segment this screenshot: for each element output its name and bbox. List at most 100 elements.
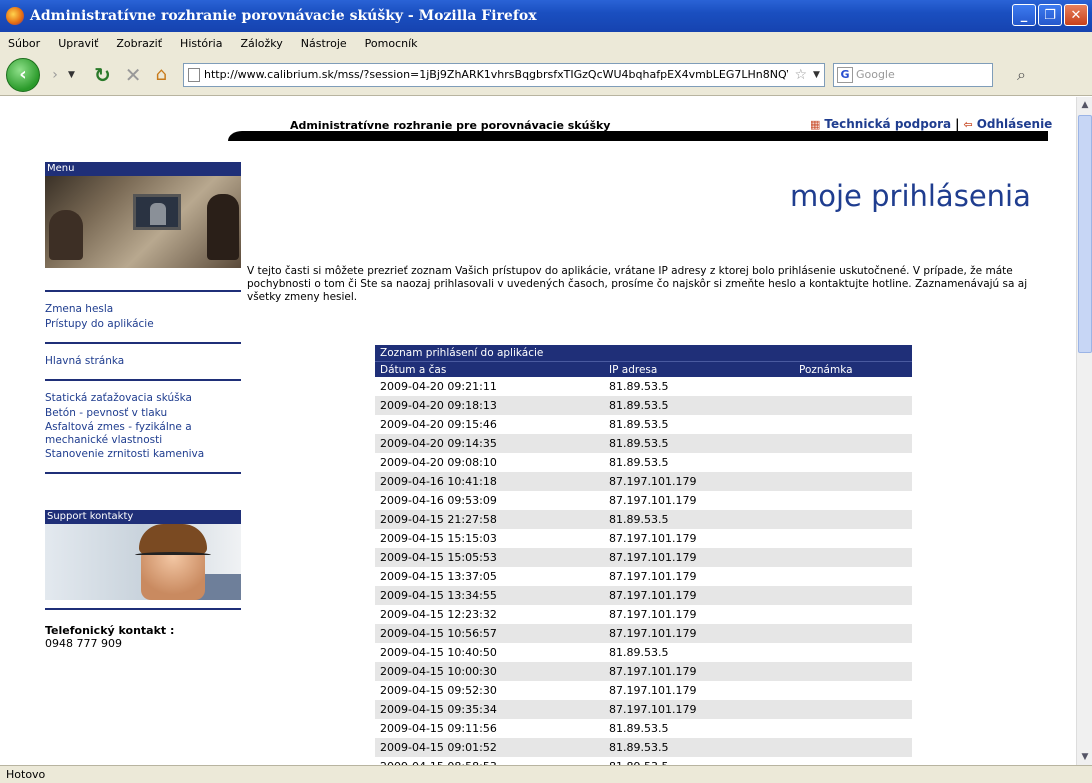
menu-view[interactable]: Zobraziť bbox=[116, 37, 162, 50]
logout-icon: ⇦ bbox=[963, 117, 973, 131]
reload-icon[interactable]: ↻ bbox=[94, 63, 111, 87]
cell-ip: 87.197.101.179 bbox=[609, 589, 697, 602]
cell-note bbox=[799, 548, 912, 567]
cell-ip: 81.89.53.5 bbox=[609, 399, 669, 412]
cell-datetime: 2009-04-15 21:27:58 bbox=[380, 513, 497, 526]
cell-ip: 81.89.53.5 bbox=[609, 646, 669, 659]
cell-datetime: 2009-04-20 09:21:11 bbox=[380, 380, 497, 393]
table-row: 2009-04-15 10:40:50 81.89.53.5 bbox=[375, 643, 912, 662]
cell-datetime: 2009-04-15 08:58:53 bbox=[375, 757, 609, 765]
cell-note bbox=[799, 662, 912, 681]
google-icon[interactable]: G bbox=[836, 66, 853, 83]
table-row: 2009-04-15 15:05:53 87.197.101.179 bbox=[375, 548, 912, 567]
home-icon[interactable]: ⌂ bbox=[156, 64, 167, 85]
menu-history[interactable]: História bbox=[180, 37, 222, 50]
scroll-up-icon[interactable]: ▲ bbox=[1077, 97, 1092, 113]
search-input[interactable]: Google bbox=[856, 68, 895, 81]
sidebar-item-aggregate-grading[interactable]: Stanovenie zrnitosti kameniva bbox=[45, 447, 241, 462]
table-row: 2009-04-20 09:08:10 81.89.53.5 bbox=[375, 453, 912, 472]
cell-datetime: 2009-04-15 10:56:57 bbox=[380, 627, 497, 640]
back-button[interactable]: ‹ bbox=[6, 57, 40, 92]
menu-file[interactable]: Súbor bbox=[8, 37, 40, 50]
table-row: 2009-04-16 10:41:18 87.197.101.179 bbox=[375, 472, 912, 491]
sidebar-divider bbox=[45, 342, 241, 344]
url-bar[interactable]: http://www.calibrium.sk/mss/?session=1jB… bbox=[182, 62, 825, 87]
close-button[interactable]: ✕ bbox=[1064, 4, 1088, 26]
cell-note bbox=[799, 738, 912, 757]
history-dropdown-icon[interactable]: ▼ bbox=[68, 70, 82, 80]
sidebar-item-access-log[interactable]: Prístupy do aplikácie bbox=[45, 317, 241, 332]
search-icon[interactable]: ⌕ bbox=[1017, 65, 1026, 85]
navigation-toolbar: ‹ › ▼ ↻ ✕ ⌂ http://www.calibrium.sk/mss/… bbox=[0, 54, 1092, 96]
table-row: 2009-04-15 12:23:32 87.197.101.179 bbox=[375, 605, 912, 624]
cell-datetime: 2009-04-20 09:14:35 bbox=[380, 437, 497, 450]
table-row: 2009-04-15 10:00:30 87.197.101.179 bbox=[375, 662, 912, 681]
cell-ip: 81.89.53.5 bbox=[609, 722, 669, 735]
sidebar-item-static-load-test[interactable]: Statická zaťažovacia skúška bbox=[45, 391, 241, 406]
menu-edit[interactable]: Upraviť bbox=[58, 37, 98, 50]
sidebar-item-concrete-strength[interactable]: Betón - pevnosť v tlaku bbox=[45, 406, 241, 421]
support-link[interactable]: Technická podpora bbox=[824, 117, 951, 131]
table-header: Dátum a čas IP adresa Poznámka bbox=[375, 361, 912, 377]
cell-note bbox=[799, 491, 912, 510]
cell-note bbox=[799, 624, 912, 643]
scroll-down-icon[interactable]: ▼ bbox=[1077, 749, 1092, 765]
search-bar[interactable]: G Google bbox=[832, 62, 993, 87]
table-caption: Zoznam prihlásení do aplikácie bbox=[375, 345, 912, 361]
logout-link[interactable]: Odhlásenie bbox=[977, 117, 1053, 131]
menu-bookmarks[interactable]: Záložky bbox=[240, 37, 282, 50]
cell-ip: 87.197.101.179 bbox=[609, 627, 697, 640]
scrollbar-thumb[interactable] bbox=[1078, 115, 1092, 353]
table-row: 2009-04-15 13:34:55 87.197.101.179 bbox=[375, 586, 912, 605]
cell-datetime: 2009-04-15 09:52:30 bbox=[380, 684, 497, 697]
url-dropdown-icon[interactable]: ▼ bbox=[813, 70, 820, 80]
table-row: 2009-04-15 15:15:03 87.197.101.179 bbox=[375, 529, 912, 548]
menu-help[interactable]: Pomocník bbox=[365, 37, 418, 50]
cell-ip: 81.89.53.5 bbox=[609, 757, 799, 765]
table-row: 2009-04-15 08:58:5381.89.53.5 bbox=[375, 757, 912, 765]
cell-note bbox=[799, 529, 912, 548]
table-row: 2009-04-15 13:37:05 87.197.101.179 bbox=[375, 567, 912, 586]
cell-ip: 81.89.53.5 bbox=[609, 380, 669, 393]
header-links: ▦ Technická podpora | ⇦ Odhlásenie bbox=[810, 117, 1052, 131]
maximize-button[interactable]: ❐ bbox=[1038, 4, 1062, 26]
table-body: 2009-04-20 09:21:11 81.89.53.5 2009-04-20 … bbox=[375, 377, 912, 765]
menu-tools[interactable]: Nástroje bbox=[301, 37, 347, 50]
minimize-button[interactable]: _ bbox=[1012, 4, 1036, 26]
stop-icon[interactable]: ✕ bbox=[125, 63, 142, 87]
column-note: Poznámka bbox=[799, 364, 853, 376]
cell-note bbox=[799, 757, 912, 765]
status-bar: Hotovo bbox=[0, 765, 1092, 783]
support-heading: Support kontakty bbox=[45, 510, 241, 524]
page-title: moje prihlásenia bbox=[790, 179, 1031, 213]
sidebar-divider bbox=[45, 472, 241, 474]
cell-ip: 87.197.101.179 bbox=[609, 494, 697, 507]
cell-datetime: 2009-04-16 10:41:18 bbox=[380, 475, 497, 488]
table-row: 2009-04-15 09:52:30 87.197.101.179 bbox=[375, 681, 912, 700]
cell-ip: 81.89.53.5 bbox=[609, 456, 669, 469]
sidebar-divider bbox=[45, 608, 241, 610]
cell-datetime: 2009-04-20 09:18:13 bbox=[380, 399, 497, 412]
cell-ip: 87.197.101.179 bbox=[609, 608, 697, 621]
cell-ip: 87.197.101.179 bbox=[609, 570, 697, 583]
cell-note bbox=[799, 681, 912, 700]
table-row: 2009-04-20 09:21:11 81.89.53.5 bbox=[375, 377, 912, 396]
table-row: 2009-04-20 09:18:13 81.89.53.5 bbox=[375, 396, 912, 415]
phone-contact-label: Telefonický kontakt : bbox=[45, 624, 175, 637]
sidebar-divider bbox=[45, 290, 241, 292]
cell-note bbox=[799, 643, 912, 662]
sidebar-item-change-password[interactable]: Zmena hesla bbox=[45, 302, 241, 317]
cell-datetime: 2009-04-15 09:11:56 bbox=[380, 722, 497, 735]
sidebar-item-home[interactable]: Hlavná stránka bbox=[45, 354, 241, 369]
bookmark-star-icon[interactable]: ☆ bbox=[794, 67, 807, 83]
vertical-scrollbar[interactable]: ▲ ▼ bbox=[1076, 97, 1092, 765]
column-ip: IP adresa bbox=[609, 364, 658, 376]
cell-note bbox=[799, 567, 912, 586]
cell-ip: 87.197.101.179 bbox=[609, 665, 697, 678]
table-row: 2009-04-20 09:15:46 81.89.53.5 bbox=[375, 415, 912, 434]
sidebar-item-asphalt-mix[interactable]: Asfaltová zmes - fyzikálne a mechanické … bbox=[45, 421, 241, 447]
url-text[interactable]: http://www.calibrium.sk/mss/?session=1jB… bbox=[204, 68, 789, 81]
forward-button[interactable]: › bbox=[44, 64, 66, 86]
window-title: Administratívne rozhranie porovnávacie s… bbox=[30, 8, 537, 24]
login-table: Zoznam prihlásení do aplikácie Dátum a č… bbox=[375, 345, 912, 765]
